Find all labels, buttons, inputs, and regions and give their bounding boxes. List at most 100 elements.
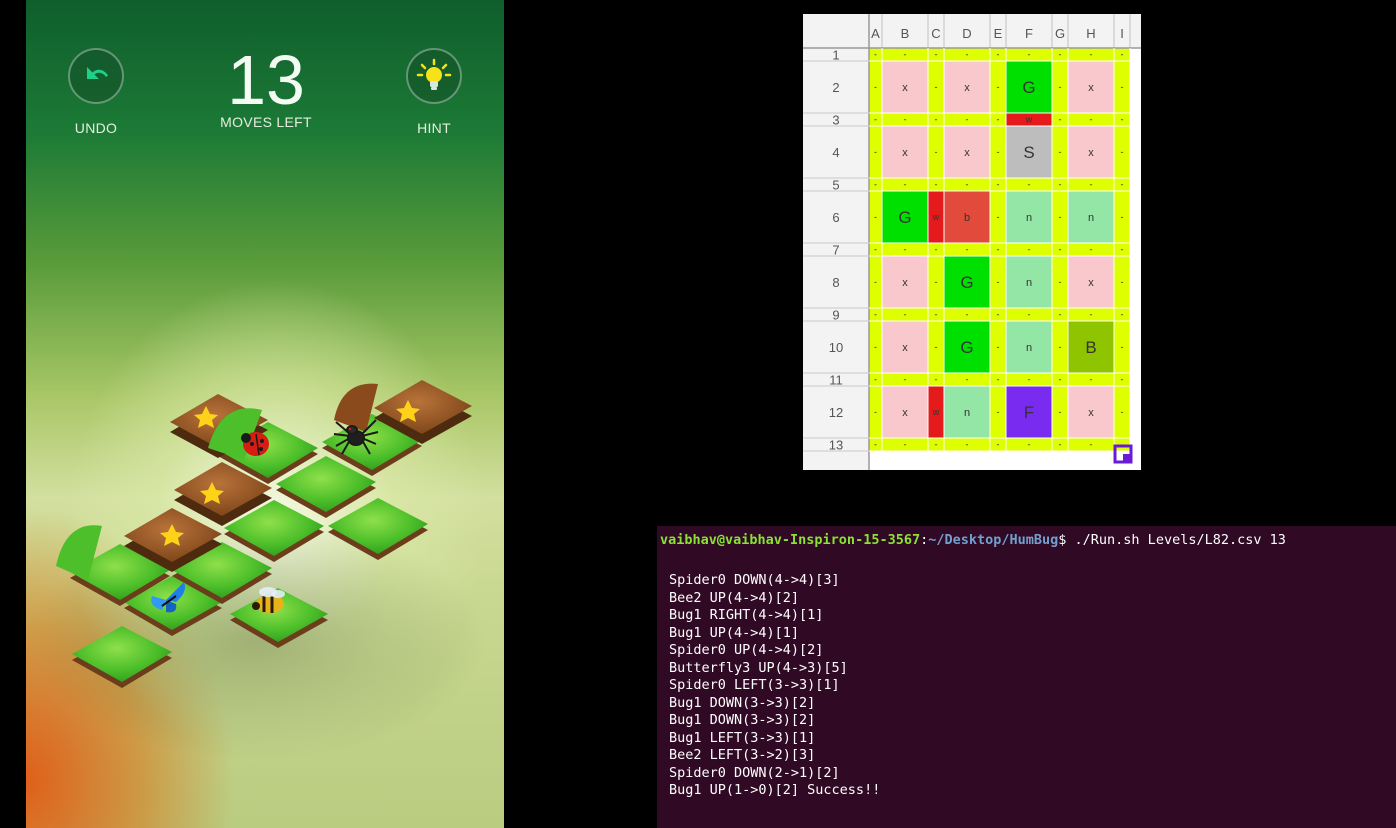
row-header-label: 2 <box>832 80 839 95</box>
terminal-line: Spider0 LEFT(3->3)[1] <box>669 677 840 693</box>
sheet-cell-text: x <box>1088 407 1094 419</box>
sheet-cell-text: - <box>1121 310 1124 320</box>
row-header-label: 9 <box>832 308 839 323</box>
sheet-cell-text: - <box>935 147 938 157</box>
sheet-cell-text: - <box>904 310 907 320</box>
terminal-line: Bug1 UP(1->0)[2] Success!! <box>669 782 881 798</box>
sheet-cell-text: - <box>997 375 1000 385</box>
sheet-cell-text: - <box>874 245 877 255</box>
sheet-cell-text: - <box>1059 212 1062 222</box>
sheet-cell-text: - <box>966 375 969 385</box>
prompt-path: ~/Desktop/HumBug <box>928 532 1059 548</box>
sheet-cell-text: G <box>960 273 973 292</box>
terminal-line: Spider0 DOWN(2->1)[2] <box>669 764 840 781</box>
terminal-line: Spider0 DOWN(4->4)[3] <box>669 572 840 588</box>
sheet-cell-text: - <box>1090 245 1093 255</box>
row-header-label: 6 <box>832 210 839 225</box>
sheet-cell-text: - <box>1059 342 1062 352</box>
sheet-cell-text: - <box>1059 310 1062 320</box>
sheet-cell-text: - <box>1090 50 1093 60</box>
row-header-label: 12 <box>829 405 843 420</box>
sheet-cell-text: n <box>1026 277 1032 289</box>
sheet-cell-text: - <box>1059 277 1062 287</box>
sheet-cell-text: x <box>1088 82 1094 94</box>
sheet-cell-text: - <box>904 50 907 60</box>
sheet-cell-text: x <box>964 147 970 159</box>
sheet-cell-text: - <box>874 115 877 125</box>
sheet-cell-text: x <box>1088 277 1094 289</box>
sheet-cell-text: - <box>1121 375 1124 385</box>
sheet-cell-text: - <box>1059 180 1062 190</box>
sheet-cell-text: - <box>874 82 877 92</box>
sheet-cell-text: - <box>1090 310 1093 320</box>
sheet-cell-text: - <box>874 407 877 417</box>
terminal-output: Spider0 DOWN(4->4)[3] Bee2 UP(4->4)[2] Bug… <box>669 572 880 800</box>
sheet-cell-text: - <box>935 180 938 190</box>
sheet-cell-text: - <box>1028 50 1031 60</box>
sheet-cell-text: - <box>1028 180 1031 190</box>
sheet-cell-text: G <box>1022 78 1035 97</box>
terminal-line: Bug1 DOWN(3->3)[2] <box>669 694 816 711</box>
prompt-user-host: vaibhav@vaibhav-Inspiron-15-3567 <box>660 532 921 548</box>
sheet-cell-text: - <box>935 310 938 320</box>
sheet-cell-text: - <box>1121 180 1124 190</box>
sheet-cell-text: - <box>874 147 877 157</box>
sheet-cell-text: x <box>902 342 908 354</box>
selection-handle-fill <box>1123 454 1131 462</box>
column-header-label: C <box>931 26 940 41</box>
sheet-cell-text: - <box>997 245 1000 255</box>
sheet-cell-text: - <box>1028 375 1031 385</box>
sheet-cell-text: - <box>904 440 907 450</box>
column-header-label: A <box>871 26 880 41</box>
sheet-cell-text: - <box>1121 82 1124 92</box>
sheet-cell-text: - <box>997 82 1000 92</box>
column-header-label: E <box>994 26 1003 41</box>
sheet-cell-text: - <box>1121 407 1124 417</box>
sheet-cell-text: x <box>1088 147 1094 159</box>
sheet-cell-text: - <box>904 180 907 190</box>
sheet-cell-text: - <box>1121 277 1124 287</box>
terminal-line: Bug1 DOWN(3->3)[2] <box>669 712 816 728</box>
sheet-cell-text: n <box>1026 342 1032 354</box>
sheet-cell-text: - <box>1059 407 1062 417</box>
sheet-cell-text: - <box>966 245 969 255</box>
row-header-label: 5 <box>832 178 839 193</box>
sheet-cell-text: G <box>960 338 973 357</box>
sheet-cell-text: B <box>1085 338 1096 357</box>
terminal-line: Bee2 LEFT(3->2)[3] <box>669 747 816 763</box>
sheet-cell-text: - <box>1059 375 1062 385</box>
sheet-cell-text: x <box>902 277 908 289</box>
sheet-cell-text: - <box>1059 147 1062 157</box>
row-header-label: 10 <box>829 340 843 355</box>
row-header-label: 1 <box>832 48 839 63</box>
sheet-cell-text: - <box>997 342 1000 352</box>
sheet-cell-text: - <box>1028 310 1031 320</box>
row-header-label: 11 <box>829 373 843 388</box>
sheet-cell-text: - <box>1090 115 1093 125</box>
column-header-label: F <box>1025 26 1033 41</box>
sheet-cell-text: x <box>964 82 970 94</box>
terminal-line: Butterfly3 UP(4->3)[5] <box>669 659 848 676</box>
sheet-cell-text: w <box>932 407 940 417</box>
sheet-cell-text: - <box>935 82 938 92</box>
sheet-cell-text: - <box>997 310 1000 320</box>
sheet-cell-text: - <box>1121 342 1124 352</box>
terminal-window[interactable]: vaibhav@vaibhav-Inspiron-15-3567:~/Deskt… <box>657 526 1396 828</box>
sheet-cell-text: - <box>874 440 877 450</box>
sheet-cell-text: - <box>1090 375 1093 385</box>
sheet-cell-text: x <box>902 407 908 419</box>
sheet-cell-text: - <box>874 50 877 60</box>
spreadsheet-grid: - - - - - - - - - - x - x - G - x - - - - - - w - - - - x - x - S - x - - - - -… <box>803 14 1141 470</box>
sheet-cell-text: - <box>1059 245 1062 255</box>
sheet-cell-text: F <box>1024 403 1034 422</box>
sheet-cell-text: - <box>874 212 877 222</box>
sheet-cell-text: w <box>932 212 940 222</box>
sheet-cell-text: x <box>902 147 908 159</box>
sheet-cell-text: - <box>874 277 877 287</box>
sheet-cell-text: x <box>902 82 908 94</box>
sheet-cell-text: - <box>997 277 1000 287</box>
level-spreadsheet: - - - - - - - - - - x - x - G - x - - - - - - w - - - - x - x - S - x - - - - -… <box>803 14 1141 470</box>
sheet-cell-text: - <box>997 115 1000 125</box>
column-header-label: G <box>1055 26 1065 41</box>
sheet-cell-text: - <box>935 50 938 60</box>
